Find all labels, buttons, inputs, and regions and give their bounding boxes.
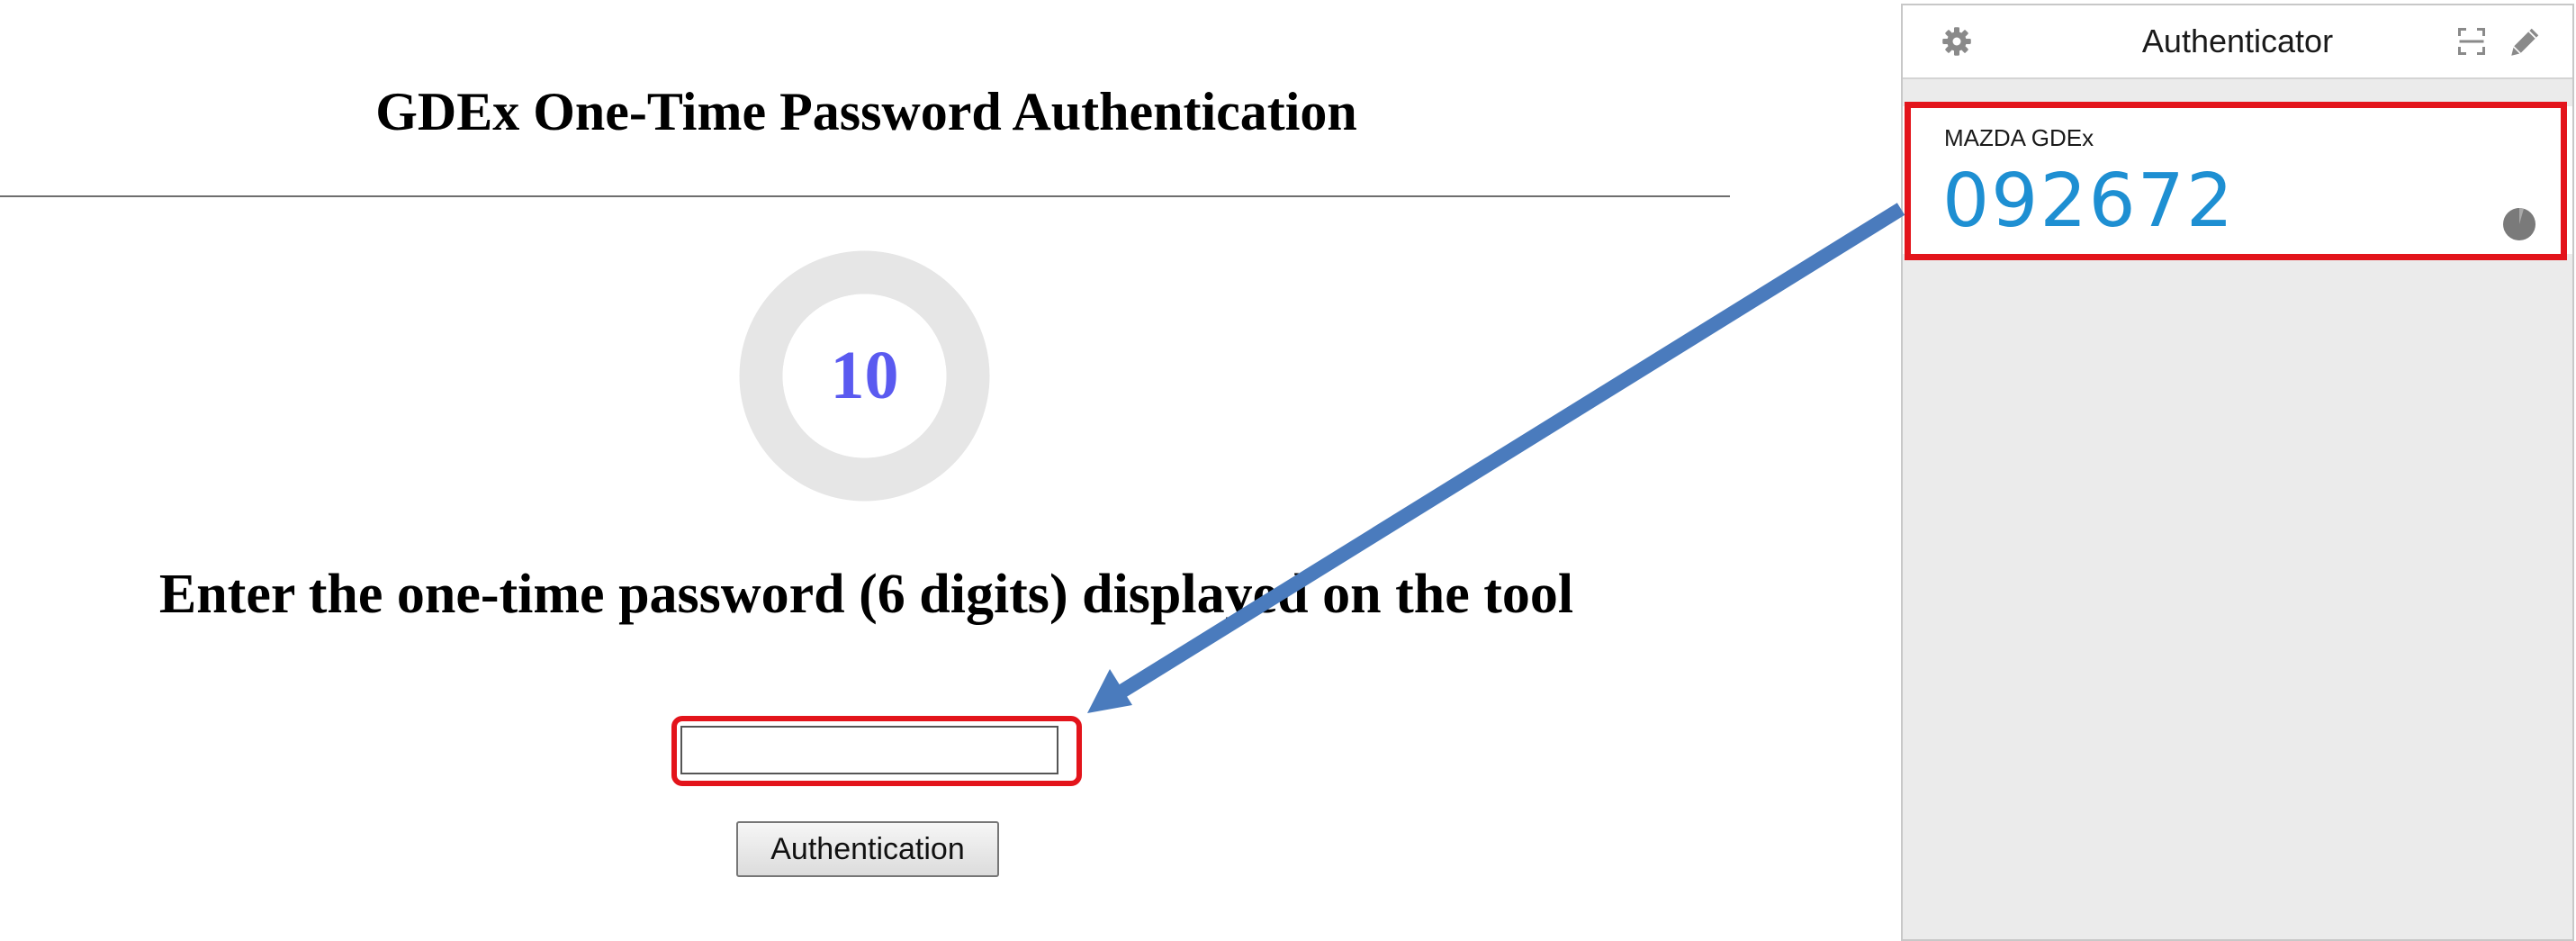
authentication-button[interactable]: Authentication xyxy=(736,821,999,877)
otp-code[interactable]: 092672 xyxy=(1942,158,2235,244)
scan-qr-button[interactable] xyxy=(2454,23,2490,59)
authenticator-panel: Authenticator MAZDA GDEx 092672 xyxy=(1901,4,2574,941)
countdown-timer: 10 xyxy=(736,248,993,504)
settings-button[interactable] xyxy=(1939,23,1975,59)
gear-icon xyxy=(1942,27,1971,56)
otp-instruction: Enter the one-time password (6 digits) d… xyxy=(158,564,1574,625)
authenticator-header: Authenticator xyxy=(1903,5,2572,79)
pie-timer-icon xyxy=(2503,207,2535,240)
title-divider xyxy=(0,195,1730,197)
account-entry[interactable]: MAZDA GDEx 092672 xyxy=(1903,106,2572,254)
account-issuer: MAZDA GDEx xyxy=(1944,124,2094,151)
scan-qr-icon xyxy=(2458,28,2485,55)
pencil-icon xyxy=(2511,28,2539,56)
page-title: GDEx One-Time Password Authentication xyxy=(375,82,1357,141)
countdown-seconds: 10 xyxy=(830,338,899,413)
edit-button[interactable] xyxy=(2508,23,2544,59)
otp-input[interactable] xyxy=(680,726,1058,774)
